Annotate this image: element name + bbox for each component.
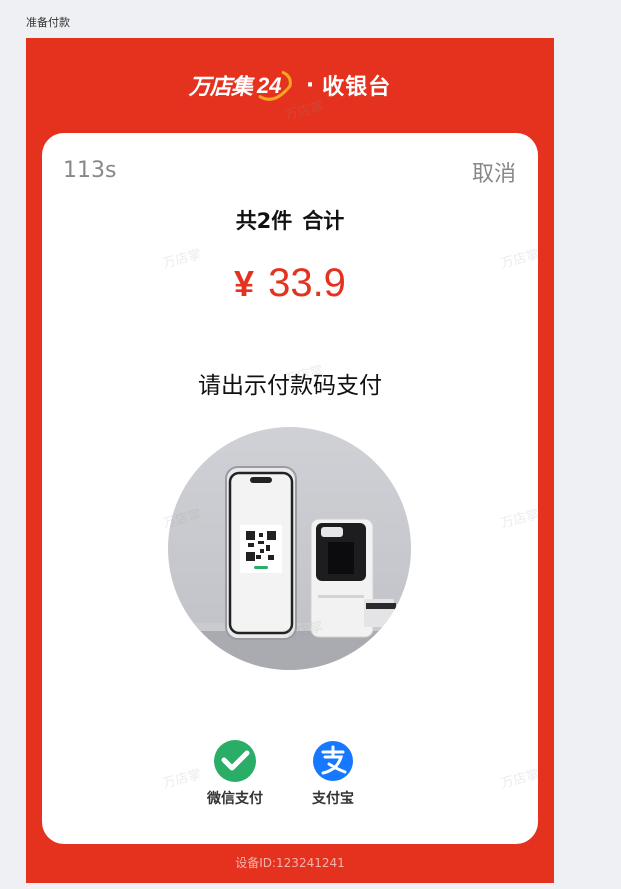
- scan-device-illustration: [168, 427, 411, 670]
- brand-24-logo-icon: 24: [256, 70, 292, 101]
- wechat-pay-option[interactable]: 微信支付: [190, 740, 280, 808]
- wechat-pay-label: 微信支付: [207, 791, 263, 807]
- cancel-button[interactable]: 取消: [472, 156, 516, 188]
- countdown-timer: 113s: [63, 158, 117, 183]
- brand-title: 收银台: [322, 75, 392, 100]
- alipay-icon: [313, 741, 353, 781]
- device-id: 设备ID:123241241: [235, 856, 345, 870]
- currency-symbol: ¥: [234, 263, 255, 304]
- checkout-screen: 万店集 24 · 收银台 113s 取消 共2件 合计 ¥33.9 请出示付款码支…: [26, 38, 554, 883]
- brand-separator: ·: [305, 72, 315, 98]
- total-label: 合计: [302, 209, 345, 233]
- payment-instruction: 请出示付款码支付: [198, 373, 382, 399]
- brand-logo-number: 24: [256, 73, 281, 98]
- brand-header: 万店集 24 · 收银台: [26, 38, 554, 132]
- order-summary: 共2件 合计: [42, 205, 538, 235]
- amount-value: 33.9: [268, 261, 346, 305]
- payment-card: 113s 取消 共2件 合计 ¥33.9 请出示付款码支付 微信支付 支付宝: [42, 133, 538, 844]
- items-count: 共2件: [235, 209, 293, 233]
- wechat-pay-icon: [214, 740, 256, 782]
- total-amount: ¥33.9: [42, 261, 538, 306]
- alipay-option[interactable]: 支付宝: [288, 740, 378, 808]
- brand-name: 万店集: [188, 75, 253, 100]
- page-label: 准备付款: [26, 16, 70, 29]
- alipay-label: 支付宝: [312, 791, 354, 807]
